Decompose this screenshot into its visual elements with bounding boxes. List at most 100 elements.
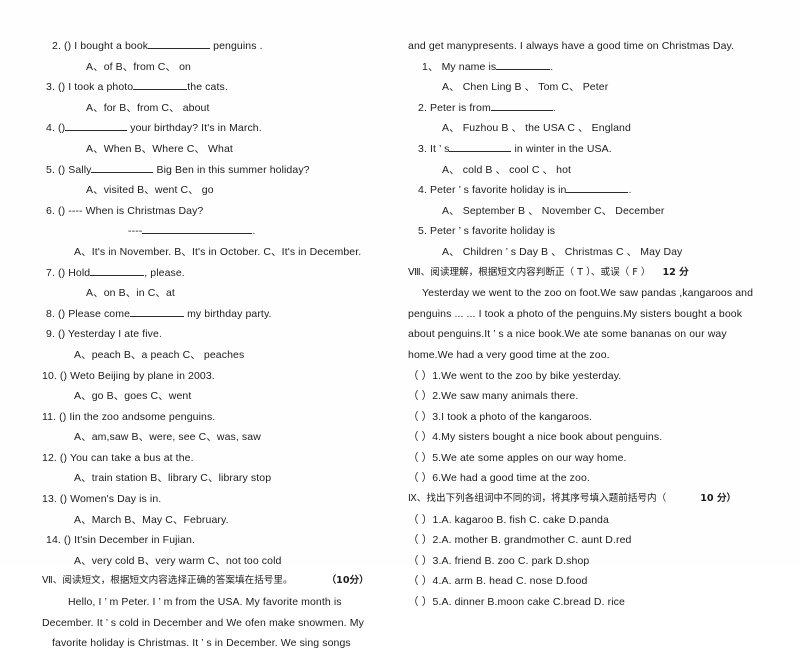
odd-one-out-item-1[interactable]: （ ）1.A. kagaroo B. fish C. cake D.panda [408,510,794,531]
question-13-options[interactable]: A、March B、May C、February. [42,510,402,531]
passage-line-3: favorite holiday is Christmas. It ’ s in… [52,637,351,650]
question-stem-pre: Peter ’ s favorite holiday is [430,225,556,238]
question-number: 14. ( [46,534,68,547]
true-false-item-4[interactable]: （ ）4.My sisters bought a nice book about… [408,427,794,448]
question-number: 6. ( [46,204,62,217]
odd-one-out-text: 5.A. dinner B.moon cake C.bread D. rice [432,596,625,609]
question-13: 13. () Women's Day is in. [42,489,402,510]
question-stem-pre: It ’ s [430,142,450,155]
true-false-item-6[interactable]: （ ）6.We had a good time at the zoo. [408,468,794,489]
question-close-paren: ) [63,493,68,506]
question-7-options[interactable]: A、on B、in C、at [42,283,402,304]
exam-paper-page: 2. () I bought a book penguins . A、of B、… [0,0,800,649]
question-stem-pre: I bought a book [74,40,149,52]
question-stem-post: , please. [144,266,185,279]
comprehension-question-4-options[interactable]: A、 September B 、 November C、 December [408,201,794,222]
answer-paren[interactable]: （ ） [408,575,433,587]
question-10: 10. () Weto Beijing by plane in 2003. [42,366,402,387]
question-9-options[interactable]: A、peach B、a peach C、 peaches [42,345,402,366]
question-2-options[interactable]: A、of B、from C、 on [42,57,402,78]
fill-blank[interactable] [449,143,512,152]
question-close-paren: ) [63,451,68,464]
fill-blank[interactable] [142,225,253,235]
reading-passage-line-3: about penguins.It ’ s a nice book.We ate… [408,328,727,341]
comprehension-question-2-options[interactable]: A、 Fuzhou B 、 the USA C 、 England [408,118,794,139]
question-number: 12. ( [42,451,64,464]
answer-paren[interactable]: （ ） [408,514,433,526]
odd-one-out-item-4[interactable]: （ ）4.A. arm B. head C. nose D.food [408,571,794,592]
answer-paren[interactable]: （ ） [408,555,433,567]
odd-one-out-text: 1.A. kagaroo B. fish C. cake D.panda [432,513,609,526]
period: . [252,225,256,238]
question-4: 4. () your birthday? It's in March. [42,118,402,139]
comprehension-question-1: 1、 My name is. [408,57,794,78]
odd-one-out-item-3[interactable]: （ ）3.A. friend B. zoo C. park D.shop [408,551,794,572]
question-number: 4. [418,184,427,197]
fill-blank[interactable] [133,81,188,91]
true-false-item-3[interactable]: （ ）3.I took a photo of the kangaroos. [408,407,794,428]
question-stem-pre: My name is [441,60,497,73]
question-4-options[interactable]: A、When B、Where C、 What [42,139,402,160]
true-false-item-2[interactable]: （ ）2.We saw many animals there. [408,386,794,407]
comprehension-question-3: 3. It ’ s in winter in the USA. [408,139,794,160]
question-number: 8. ( [46,307,62,320]
question-14-options[interactable]: A、very cold B、very warm C、not too cold [42,551,402,572]
question-2: 2. () I bought a book penguins . [42,36,402,57]
question-close-paren: ) [61,204,66,217]
question-stem-post: in winter in the USA. [514,142,612,155]
question-5: 5. () Sally Big Ben in this summer holid… [42,160,402,181]
question-number: 3. ( [46,81,62,94]
question-stem-post: Big Ben in this summer holiday? [156,163,310,176]
answer-paren[interactable]: （ ） [408,534,433,546]
fill-blank[interactable] [130,308,185,317]
question-10-options[interactable]: A、go B、goes C、went [42,386,402,407]
question-12-options[interactable]: A、train station B、library C、library stop [42,468,402,489]
question-stem-post: penguins . [213,40,263,52]
question-stem-pre: It's [74,534,88,547]
period: . [158,328,162,341]
period: . [552,101,556,114]
question-number: 5. ( [46,163,62,176]
section-viii-heading: Ⅷ、阅读理解，根据短文内容判断正（ T ）、或误（ F ） 12 分 [408,263,794,284]
question-6-dash: ---- [128,225,143,238]
fill-blank[interactable] [90,266,145,276]
question-number: 3. [418,142,427,155]
period: . [190,451,194,464]
fill-blank[interactable] [65,122,128,132]
question-stem-pre: Women's Day is in [70,493,159,506]
section-ix-title: Ⅸ、找出下列各组词中不同的词，将其序号填入题前括号内（ [408,493,667,505]
fill-blank[interactable] [566,184,629,194]
question-stem-pre: Please come [68,307,131,320]
question-11-options[interactable]: A、am,saw B、were, see C、was, saw [42,427,402,448]
answer-paren[interactable]: （ ） [408,596,433,608]
question-stem-pre: I took a photo [68,81,134,94]
true-false-item-1[interactable]: （ ）1.We went to the zoo by bike yesterda… [408,366,794,387]
comprehension-question-5-options[interactable]: A、 Children ’ s Day B 、 Christmas C 、 Ma… [408,242,794,263]
section-vii-heading: Ⅶ、阅读短文，根据短文内容选择正确的答案填在括号里。 （10分） [42,571,402,592]
comprehension-question-3-options[interactable]: A、 cold B 、 cool C 、 hot [408,160,794,181]
question-5-options[interactable]: A、visited B、went C、 go [42,180,402,201]
fill-blank[interactable] [490,102,553,111]
period: . [158,493,162,506]
true-false-item-5[interactable]: （ ）5.We ate some apples on our way home. [408,448,794,469]
question-12: 12. () You can take a bus at the. [42,448,402,469]
period: . [550,60,554,73]
fill-blank[interactable] [148,40,211,49]
question-6-options[interactable]: A、It's in November. B、It's in October. C… [42,242,402,263]
fill-blank[interactable] [496,60,551,70]
comprehension-question-1-options[interactable]: A、 Chen Ling B 、 Tom C、 Peter [408,77,794,98]
fill-blank[interactable] [91,163,154,173]
odd-one-out-item-2[interactable]: （ ）2.A. mother B. grandmother C. aunt D.… [408,530,794,551]
question-close-paren: ) [61,307,66,320]
question-14: 14. () It'sin December in Fujian. [42,530,402,551]
passage-line-1: Hello, I ’ m Peter. I ’ m from the USA. … [68,596,342,609]
question-6: 6. () ---- When is Christmas Day? [42,201,402,222]
section-viii-title: Ⅷ、阅读理解，根据短文内容判断正（ T ）、或误（ F ） [408,266,651,278]
question-3-options[interactable]: A、for B、from C、 about [42,98,402,119]
question-stem-pre: Peter is from [430,101,491,114]
question-stem-post: the cats. [187,81,228,94]
question-number: 13. ( [42,493,64,506]
question-close-paren: ) [61,328,66,341]
passage-tail: and get manypresents. I always have a go… [408,40,735,52]
odd-one-out-item-5[interactable]: （ ）5.A. dinner B.moon cake C.bread D. ri… [408,592,794,613]
